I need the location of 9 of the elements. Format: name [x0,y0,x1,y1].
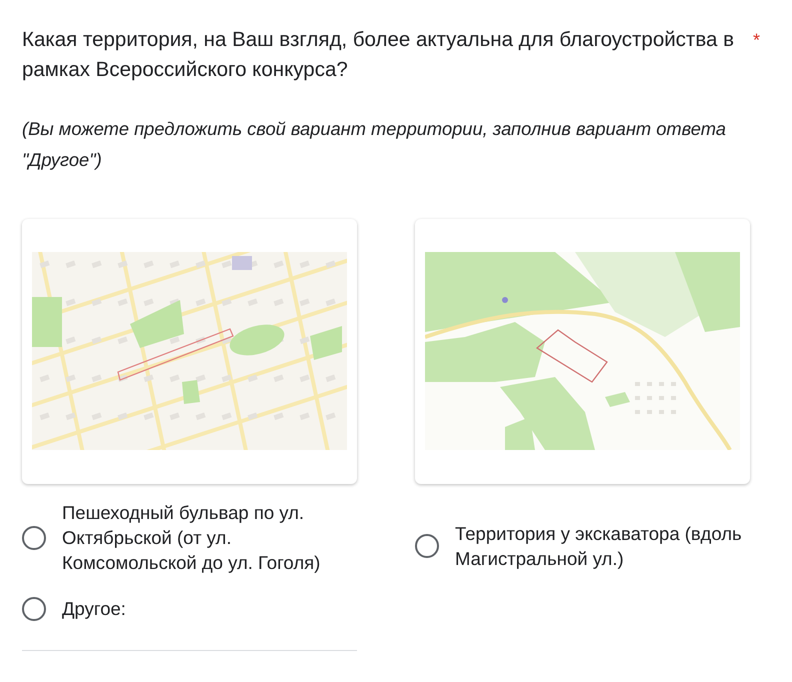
radio-button[interactable] [415,534,439,558]
question-hint: (Вы можете предложить свой вариант территории, заполнив вариант ответа "Другое") [22,117,727,172]
question-title: Какая территория, на Ваш взгляд, более актуальна для благоустройства в рамках Всероссийского конкурса? [22,27,735,83]
radio-button[interactable] [22,526,46,550]
option-label[interactable]: Территория у экскаватора (вдоль Магистральной ул.) [455,521,750,571]
option-label[interactable]: Другое: [62,596,126,621]
option-label[interactable]: Пешеходный бульвар по ул. Октябрьской (от ул. Комсомольской до ул. Гоголя) [62,500,344,575]
required-mark: * [753,29,760,52]
radio-button[interactable] [22,596,46,620]
